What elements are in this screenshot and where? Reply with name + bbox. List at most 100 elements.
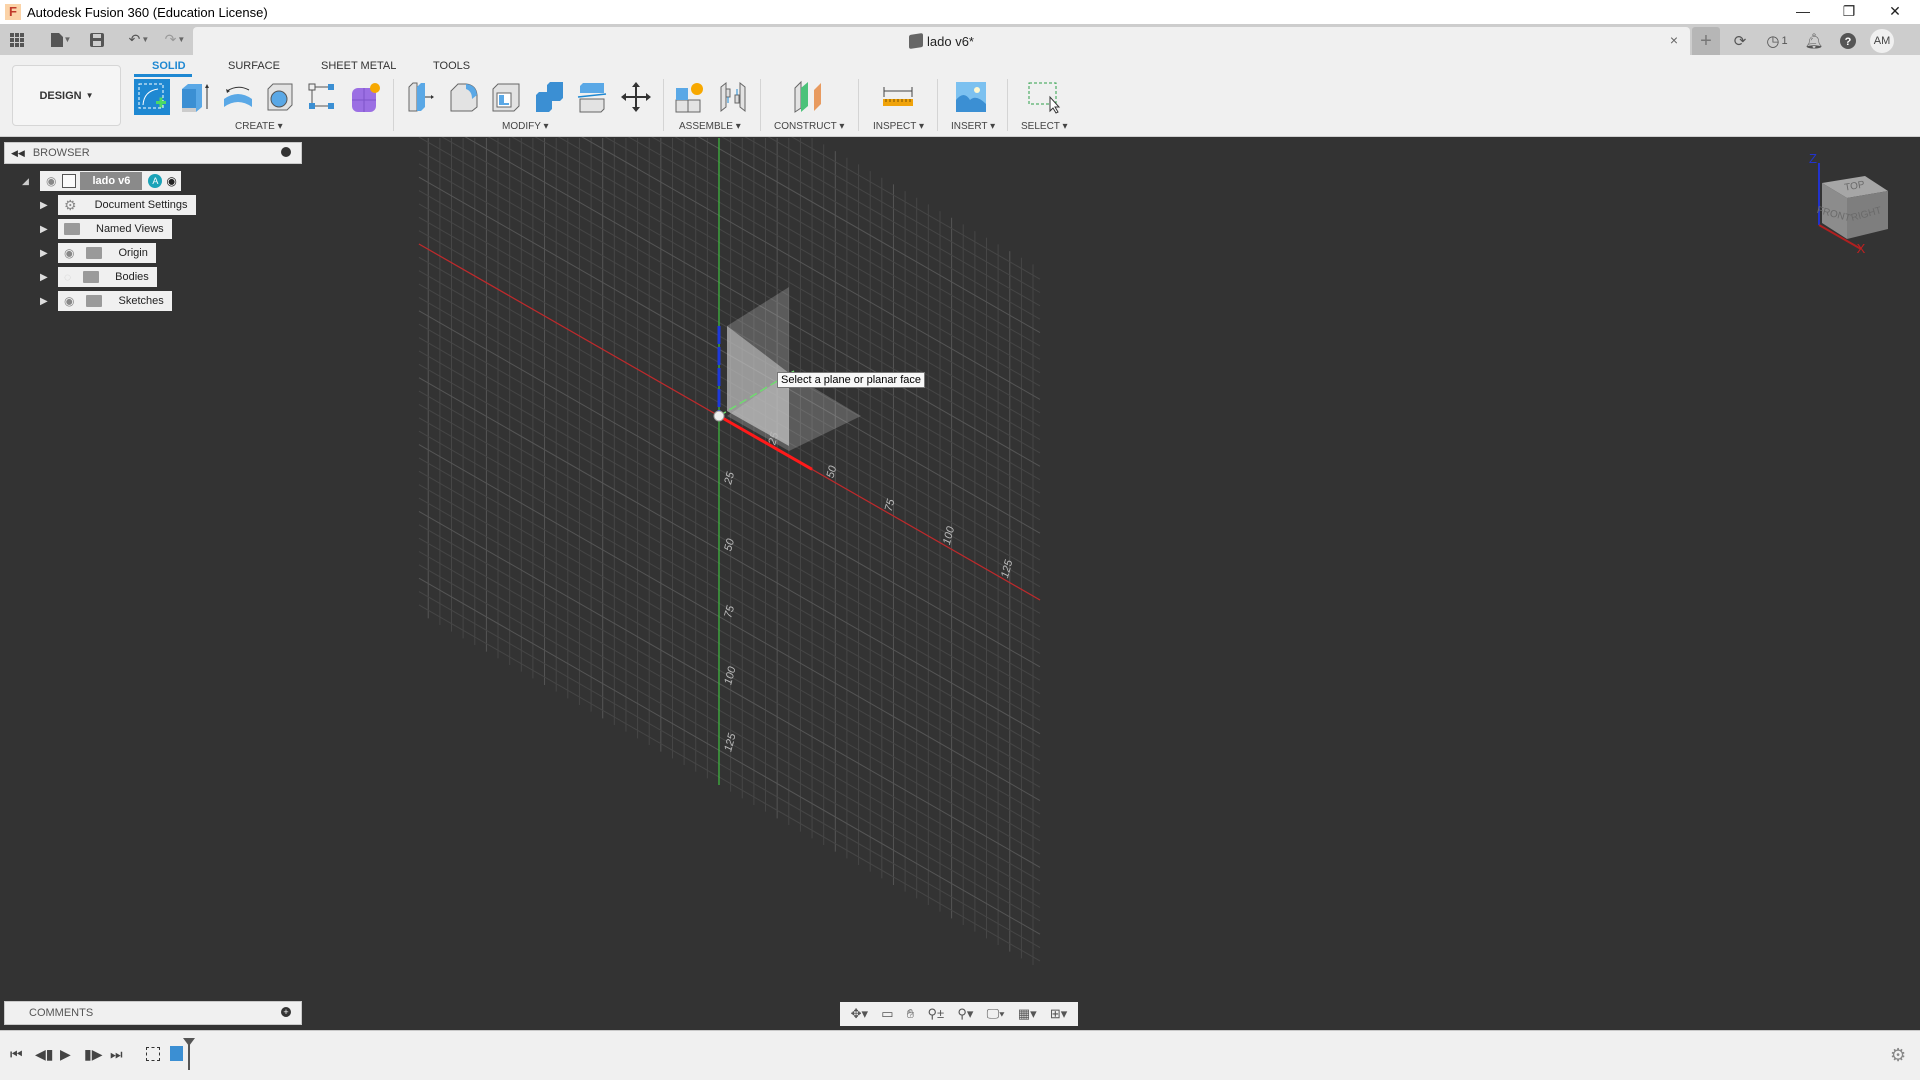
step-forward-button[interactable]: ▮▶ — [84, 1046, 102, 1063]
undo-button[interactable]: ↶ ▼ — [124, 29, 154, 51]
grid-line — [441, 137, 1041, 481]
close-tab-button[interactable]: × — [1670, 32, 1678, 48]
eye-icon[interactable]: ◉ — [46, 174, 56, 188]
add-comment-icon[interactable]: + — [281, 1007, 291, 1017]
zoom-icon[interactable]: ⚲± — [927, 1006, 944, 1022]
restore-button[interactable]: ❐ — [1826, 0, 1872, 22]
eye-hidden-icon[interactable]: ◌ — [64, 270, 71, 284]
orbit-button[interactable]: ✥▾ — [851, 1006, 868, 1022]
fit-zoom-window-button[interactable]: ⚲▾ — [957, 1006, 973, 1022]
sketches-node[interactable]: ◉ Sketches — [58, 291, 172, 311]
press-pull-button[interactable] — [403, 79, 439, 115]
fusion-logo-icon: F — [5, 4, 21, 20]
display-settings-button[interactable]: 🖵︎▾ — [987, 1006, 1005, 1022]
document-tab[interactable]: lado v6* × — [193, 27, 1690, 55]
expand-triangle-icon[interactable]: ▶ — [40, 248, 50, 259]
hole-button[interactable] — [262, 79, 298, 115]
workspace-switcher[interactable]: DESIGN ▼ — [12, 65, 121, 126]
chevron-down-icon: ▼ — [177, 35, 186, 44]
eye-icon[interactable]: ◉ — [64, 246, 74, 260]
timeline-settings-gear-icon[interactable]: ⚙ — [1890, 1045, 1906, 1066]
tree-root-lado-v6[interactable]: ◢ ◉ lado v6 A ◉ — [22, 171, 181, 191]
tree-item-document-settings[interactable]: ▶ ⚙ Document Settings — [40, 195, 196, 215]
timeline-bar — [0, 1030, 1920, 1080]
tab-tools[interactable]: TOOLS — [433, 60, 470, 72]
close-window-button[interactable]: ✕ — [1872, 0, 1918, 22]
tree-item-origin[interactable]: ▶ ◉ Origin — [40, 243, 156, 263]
expand-triangle-icon[interactable]: ▶ — [40, 296, 50, 307]
origin-node[interactable]: ◉ Origin — [58, 243, 156, 263]
select-button[interactable] — [1025, 79, 1061, 115]
job-status-button[interactable]: ◷ 1 — [1760, 27, 1794, 55]
activate-radio-icon[interactable]: ◉ — [166, 174, 176, 188]
new-tab-button[interactable]: + — [1692, 27, 1720, 55]
comments-title: COMMENTS — [29, 1007, 94, 1019]
timeline-marker-head[interactable] — [183, 1038, 195, 1046]
fillet-icon — [450, 83, 478, 112]
step-back-button[interactable]: ◀▮ — [35, 1046, 53, 1063]
help-button[interactable]: ? — [1834, 27, 1862, 55]
viewports-button[interactable]: ⊞▾ — [1050, 1006, 1067, 1022]
tree-item-bodies[interactable]: ▶ ◌ Bodies — [40, 267, 157, 287]
browser-panel-header[interactable]: ◀◀ BROWSER — [4, 142, 302, 164]
extensions-button[interactable]: ⟳ — [1726, 27, 1754, 55]
expand-triangle-icon[interactable]: ▶ — [40, 272, 50, 283]
pan-hand-icon[interactable]: ✋︎ — [907, 1006, 914, 1022]
timeline-sketch-feature-icon[interactable] — [146, 1047, 160, 1061]
minimize-button[interactable]: — — [1780, 0, 1826, 22]
assemble-menu[interactable]: ASSEMBLE ▾ — [679, 121, 741, 132]
revolve-button[interactable] — [220, 79, 256, 115]
insert-menu[interactable]: INSERT ▾ — [951, 121, 995, 132]
user-account-button[interactable]: AM — [1868, 27, 1896, 55]
comments-panel-header[interactable]: COMMENTS + — [4, 1001, 302, 1025]
create-menu[interactable]: CREATE ▾ — [235, 121, 283, 132]
go-to-start-button[interactable]: ⏮ — [10, 1046, 23, 1063]
redo-button[interactable]: ↷ ▼ — [160, 29, 190, 51]
inspect-menu[interactable]: INSPECT ▾ — [873, 121, 924, 132]
file-menu-button[interactable]: ▼ — [46, 29, 76, 51]
named-views-node[interactable]: Named Views — [58, 219, 172, 239]
split-body-button[interactable] — [574, 79, 610, 115]
play-button[interactable]: ▶ — [60, 1046, 71, 1063]
collapse-triangle-icon[interactable]: ◢ — [22, 176, 32, 187]
notifications-button[interactable]: 🔔︎ — [1800, 27, 1828, 55]
pin-panel-icon[interactable] — [281, 147, 291, 157]
insert-canvas-button[interactable] — [953, 79, 989, 115]
construct-menu[interactable]: CONSTRUCT ▾ — [774, 121, 844, 132]
offset-plane-button[interactable] — [791, 79, 827, 115]
joint-button[interactable] — [715, 79, 751, 115]
create-label: CREATE — [235, 121, 275, 132]
canvas-viewport[interactable]: 25 50 75 100 125 25 50 75 100 125 TOP FRONT RIGHT Z X — [0, 137, 1920, 1029]
modify-menu[interactable]: MODIFY ▾ — [502, 121, 549, 132]
expand-triangle-icon[interactable]: ▶ — [40, 200, 50, 211]
extrude-button[interactable] — [176, 79, 212, 115]
grid-settings-button[interactable]: ▦▾ — [1018, 1006, 1037, 1022]
measure-button[interactable] — [880, 79, 916, 115]
collapse-panel-icon[interactable]: ◀◀ — [11, 148, 25, 159]
move-copy-button[interactable] — [618, 79, 654, 115]
create-sketch-button[interactable] — [134, 79, 170, 115]
3d-scene[interactable]: 255075100125255075100125TOPFRONTRIGHTZX — [0, 137, 1920, 1029]
new-component-button[interactable] — [672, 79, 708, 115]
bodies-node[interactable]: ◌ Bodies — [58, 267, 157, 287]
root-node[interactable]: ◉ lado v6 A ◉ — [40, 171, 181, 191]
pattern-button[interactable] — [304, 79, 340, 115]
tab-solid[interactable]: SOLID — [152, 60, 186, 72]
save-button[interactable] — [86, 29, 108, 51]
tree-item-named-views[interactable]: ▶ Named Views — [40, 219, 172, 239]
combine-button[interactable] — [531, 79, 567, 115]
shell-button[interactable] — [488, 79, 524, 115]
create-form-button[interactable] — [348, 79, 384, 115]
data-panel-button[interactable] — [6, 29, 28, 51]
document-settings-node[interactable]: ⚙ Document Settings — [58, 195, 196, 215]
tab-sheet-metal[interactable]: SHEET METAL — [321, 60, 396, 72]
eye-icon[interactable]: ◉ — [64, 294, 74, 308]
select-menu[interactable]: SELECT ▾ — [1021, 121, 1068, 132]
expand-triangle-icon[interactable]: ▶ — [40, 224, 50, 235]
fillet-button[interactable] — [446, 79, 482, 115]
tab-surface[interactable]: SURFACE — [228, 60, 280, 72]
timeline-extrude-feature-icon[interactable] — [170, 1046, 183, 1061]
tree-item-sketches[interactable]: ▶ ◉ Sketches — [40, 291, 172, 311]
go-to-end-button[interactable]: ⏭ — [110, 1046, 123, 1063]
look-at-button[interactable]: ▭ — [881, 1006, 893, 1022]
